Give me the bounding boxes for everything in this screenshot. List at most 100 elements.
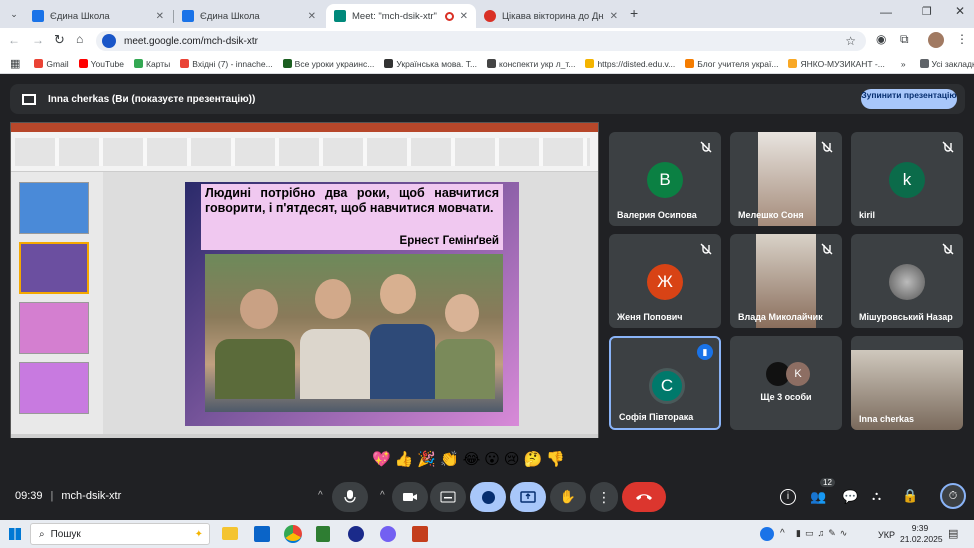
chrome-icon[interactable]: [284, 525, 302, 543]
tab-strip: ⌄ Єдина Школа ✕ Єдина Школа ✕ Meet: "mch…: [0, 0, 974, 28]
tray-expand-icon[interactable]: ^: [780, 528, 785, 539]
help-icon[interactable]: [760, 527, 774, 541]
avatar: В: [647, 162, 683, 198]
windows-start-icon[interactable]: [9, 528, 21, 540]
minimize-button[interactable]: —: [880, 5, 892, 19]
thumbs-down-reaction[interactable]: 👎: [546, 450, 565, 468]
thumbs-up-reaction[interactable]: 👍: [395, 450, 414, 468]
bookmark-disted[interactable]: https://disted.edu.v...: [585, 59, 675, 69]
meet-icon: [334, 10, 346, 22]
bookmark-maps[interactable]: Карты: [134, 59, 170, 69]
bookmark-youtube[interactable]: YouTube: [78, 59, 124, 69]
menu-icon[interactable]: ⋮: [956, 32, 968, 46]
captions-button[interactable]: [430, 482, 466, 512]
timer-icon[interactable]: ⏱: [940, 483, 966, 509]
extensions-puzzle-icon[interactable]: ⧉: [900, 32, 909, 47]
extension-icon[interactable]: ◉: [876, 32, 886, 46]
search-label: Пошук: [50, 528, 81, 540]
close-icon[interactable]: ✕: [610, 11, 618, 22]
tab-meet[interactable]: Meet: "mch-dsik-xtr" ✕: [326, 4, 476, 28]
camera-options-icon[interactable]: ^: [380, 490, 385, 501]
avatar: k: [889, 162, 925, 198]
all-bookmarks[interactable]: Усі закладки: [919, 59, 974, 69]
apps-icon[interactable]: ▦: [10, 57, 20, 70]
participant-tile[interactable]: k kiril: [851, 132, 963, 226]
home-icon[interactable]: ⌂: [76, 32, 83, 46]
heart-reaction[interactable]: 💖: [372, 450, 391, 468]
close-icon[interactable]: ✕: [460, 11, 468, 22]
close-icon[interactable]: ✕: [156, 11, 164, 22]
bookmark-inbox[interactable]: Вхідні (7) - innache...: [180, 59, 273, 69]
clap-reaction[interactable]: 👏: [440, 450, 459, 468]
participant-tile[interactable]: Мішуровський Назар: [851, 234, 963, 328]
tab-title: Єдина Школа: [200, 10, 260, 22]
maximize-button[interactable]: ❐: [922, 5, 932, 18]
keyboard-language[interactable]: УКР: [878, 530, 895, 540]
camera-button[interactable]: [392, 482, 428, 512]
bookmark-konspekty[interactable]: конспекти укр л_т...: [487, 59, 575, 69]
participant-tile[interactable]: Мелешко Соня: [730, 132, 842, 226]
bookmark-star-icon[interactable]: ☆: [845, 34, 856, 48]
leave-call-button[interactable]: [622, 482, 666, 512]
bookmark-ukr-lang[interactable]: Українська мова. Т...: [384, 59, 477, 69]
back-icon[interactable]: ←: [8, 33, 20, 47]
forward-icon[interactable]: →: [32, 33, 44, 47]
new-tab-button[interactable]: +: [630, 5, 638, 21]
more-bookmarks-icon[interactable]: »: [901, 59, 906, 69]
present-button[interactable]: [510, 482, 546, 512]
tray-icons[interactable]: ▮▭♫✎∿: [796, 528, 851, 539]
file-explorer-icon[interactable]: [222, 527, 238, 540]
taskbar-search[interactable]: ⌕ Пошук ✦: [30, 523, 210, 545]
participant-tile[interactable]: Ж Женя Попович: [609, 234, 721, 328]
activities-icon[interactable]: ⛬: [872, 488, 881, 504]
bookmark-blog[interactable]: Блог учителя украї...: [685, 59, 778, 69]
tab-search-button[interactable]: ⌄: [6, 6, 22, 22]
tab-1[interactable]: Єдина Школа ✕: [24, 4, 172, 28]
tab-4[interactable]: Цікава вікторина до Дня рідн ✕: [476, 4, 626, 28]
raise-hand-button[interactable]: ✋: [550, 482, 586, 512]
bookmark-gmail[interactable]: Gmail: [34, 59, 69, 69]
emoji-button[interactable]: [470, 482, 506, 512]
system-clock[interactable]: 9:39 21.02.2025: [900, 523, 943, 545]
close-window-button[interactable]: ✕: [955, 4, 965, 18]
quote-author: Ернест Гемінґвей: [399, 235, 499, 247]
host-controls-icon[interactable]: 🔒: [902, 488, 918, 504]
participant-tile[interactable]: Влада Миколайчик: [730, 234, 842, 328]
reload-icon[interactable]: ↻: [54, 32, 65, 48]
address-bar[interactable]: meet.google.com/mch-dsik-xtr ☆: [96, 31, 866, 51]
chat-icon[interactable]: 💬: [842, 489, 858, 505]
viber-icon[interactable]: [380, 526, 396, 542]
slide-thumbnails[interactable]: [11, 172, 103, 434]
mic-off-icon: [699, 242, 713, 256]
tab-2[interactable]: Єдина Школа ✕: [174, 4, 324, 28]
bookmark-lessons[interactable]: Все уроки украинс...: [282, 59, 374, 69]
mic-button[interactable]: [332, 482, 368, 512]
stop-presenting-button[interactable]: Зупинити презентацію: [861, 89, 957, 109]
sad-reaction[interactable]: 😢: [504, 450, 520, 468]
surprised-reaction[interactable]: 😮: [484, 450, 500, 468]
participant-tile[interactable]: В Валерия Осипова: [609, 132, 721, 226]
party-reaction[interactable]: 🎉: [417, 450, 436, 468]
laugh-reaction[interactable]: 😂: [463, 450, 481, 468]
powerpoint-icon[interactable]: [412, 526, 428, 542]
notifications-icon[interactable]: ▤: [948, 527, 958, 540]
people-icon[interactable]: 👥: [810, 489, 826, 505]
tray-time: 9:39: [911, 523, 929, 533]
thinking-reaction[interactable]: 🤔: [524, 450, 543, 468]
avatar: С: [649, 368, 685, 404]
site-info-icon[interactable]: [102, 34, 116, 48]
bookmark-yanko[interactable]: ЯНКО-МУЗИКАНТ -...: [788, 59, 885, 69]
calculator-icon[interactable]: [316, 526, 330, 542]
mic-off-icon: [941, 242, 955, 256]
mic-options-icon[interactable]: ^: [318, 490, 323, 501]
close-icon[interactable]: ✕: [308, 11, 316, 22]
more-options-button[interactable]: ⋮: [590, 482, 618, 512]
info-icon[interactable]: i: [780, 489, 796, 505]
participant-name: Мішуровський Назар: [859, 312, 953, 322]
profile-avatar[interactable]: [928, 32, 944, 48]
participant-tile-self[interactable]: Inna cherkas: [851, 336, 963, 430]
more-participants-tile[interactable]: K Ще 3 особи: [730, 336, 842, 430]
participant-tile-active[interactable]: ▮ С Софія Півторака: [609, 336, 721, 430]
app-icon[interactable]: [348, 526, 364, 542]
outlook-icon[interactable]: [254, 526, 270, 542]
